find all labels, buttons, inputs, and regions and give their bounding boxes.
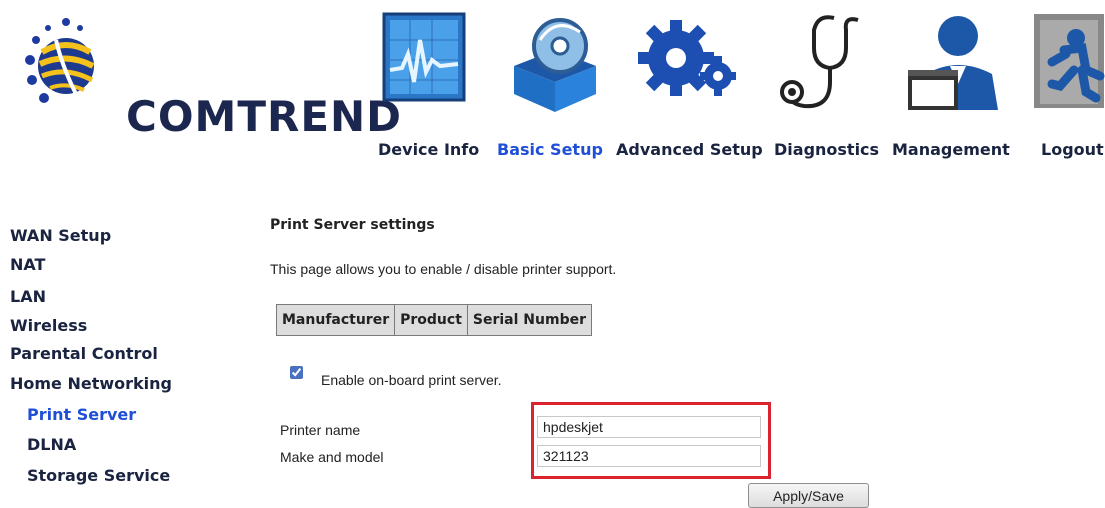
sidebar-item-wireless[interactable]: Wireless bbox=[10, 316, 87, 335]
enable-print-server-label: Enable on-board print server. bbox=[321, 372, 502, 388]
basic-setup-icon[interactable] bbox=[500, 10, 610, 120]
sidebar-item-storage-service[interactable]: Storage Service bbox=[27, 466, 170, 485]
page-title: Print Server settings bbox=[270, 217, 435, 233]
make-model-label: Make and model bbox=[280, 449, 384, 465]
nav-advanced-setup[interactable]: Advanced Setup bbox=[616, 140, 763, 159]
logo-text: COMTREND bbox=[126, 92, 403, 141]
column-header-serial-number: Serial Number bbox=[466, 304, 592, 336]
nav-basic-setup[interactable]: Basic Setup bbox=[497, 140, 603, 159]
highlight-box bbox=[531, 402, 771, 479]
printer-table: Manufacturer Product Serial Number bbox=[275, 304, 592, 336]
sidebar-item-nat[interactable]: NAT bbox=[10, 255, 45, 274]
nav-device-info[interactable]: Device Info bbox=[378, 140, 479, 159]
table-header-row: Manufacturer Product Serial Number bbox=[275, 304, 592, 336]
column-header-manufacturer: Manufacturer bbox=[275, 304, 396, 336]
sidebar-item-wan-setup[interactable]: WAN Setup bbox=[10, 226, 111, 245]
column-header-product: Product bbox=[394, 304, 468, 336]
printer-name-label: Printer name bbox=[280, 422, 361, 438]
sidebar: WAN Setup NAT LAN Wireless Parental Cont… bbox=[0, 200, 230, 508]
diagnostics-icon[interactable] bbox=[774, 10, 884, 120]
management-icon[interactable] bbox=[900, 10, 1010, 120]
page-description: This page allows you to enable / disable… bbox=[270, 261, 617, 277]
main-content: Print Server settings This page allows y… bbox=[230, 200, 1105, 508]
logout-icon[interactable] bbox=[1030, 10, 1105, 120]
sidebar-item-lan[interactable]: LAN bbox=[10, 287, 46, 306]
printer-name-input[interactable] bbox=[537, 416, 761, 438]
enable-print-server-checkbox[interactable] bbox=[290, 366, 303, 379]
advanced-setup-icon[interactable] bbox=[634, 10, 744, 110]
header: COMTREND Device Info Basic Setup Advance… bbox=[0, 0, 1105, 200]
sidebar-item-home-networking[interactable]: Home Networking bbox=[10, 374, 172, 393]
comtrend-logo: COMTREND bbox=[18, 8, 401, 188]
sidebar-item-print-server[interactable]: Print Server bbox=[27, 405, 136, 424]
sidebar-item-dlna[interactable]: DLNA bbox=[27, 435, 76, 454]
apply-save-button[interactable]: Apply/Save bbox=[748, 483, 869, 508]
nav-diagnostics[interactable]: Diagnostics bbox=[774, 140, 879, 159]
nav-management[interactable]: Management bbox=[892, 140, 1010, 159]
sidebar-item-parental-control[interactable]: Parental Control bbox=[10, 344, 158, 363]
nav-logout[interactable]: Logout bbox=[1041, 140, 1104, 159]
device-info-icon[interactable] bbox=[376, 10, 476, 110]
comtrend-logo-icon bbox=[25, 18, 95, 103]
make-model-input[interactable] bbox=[537, 445, 761, 467]
